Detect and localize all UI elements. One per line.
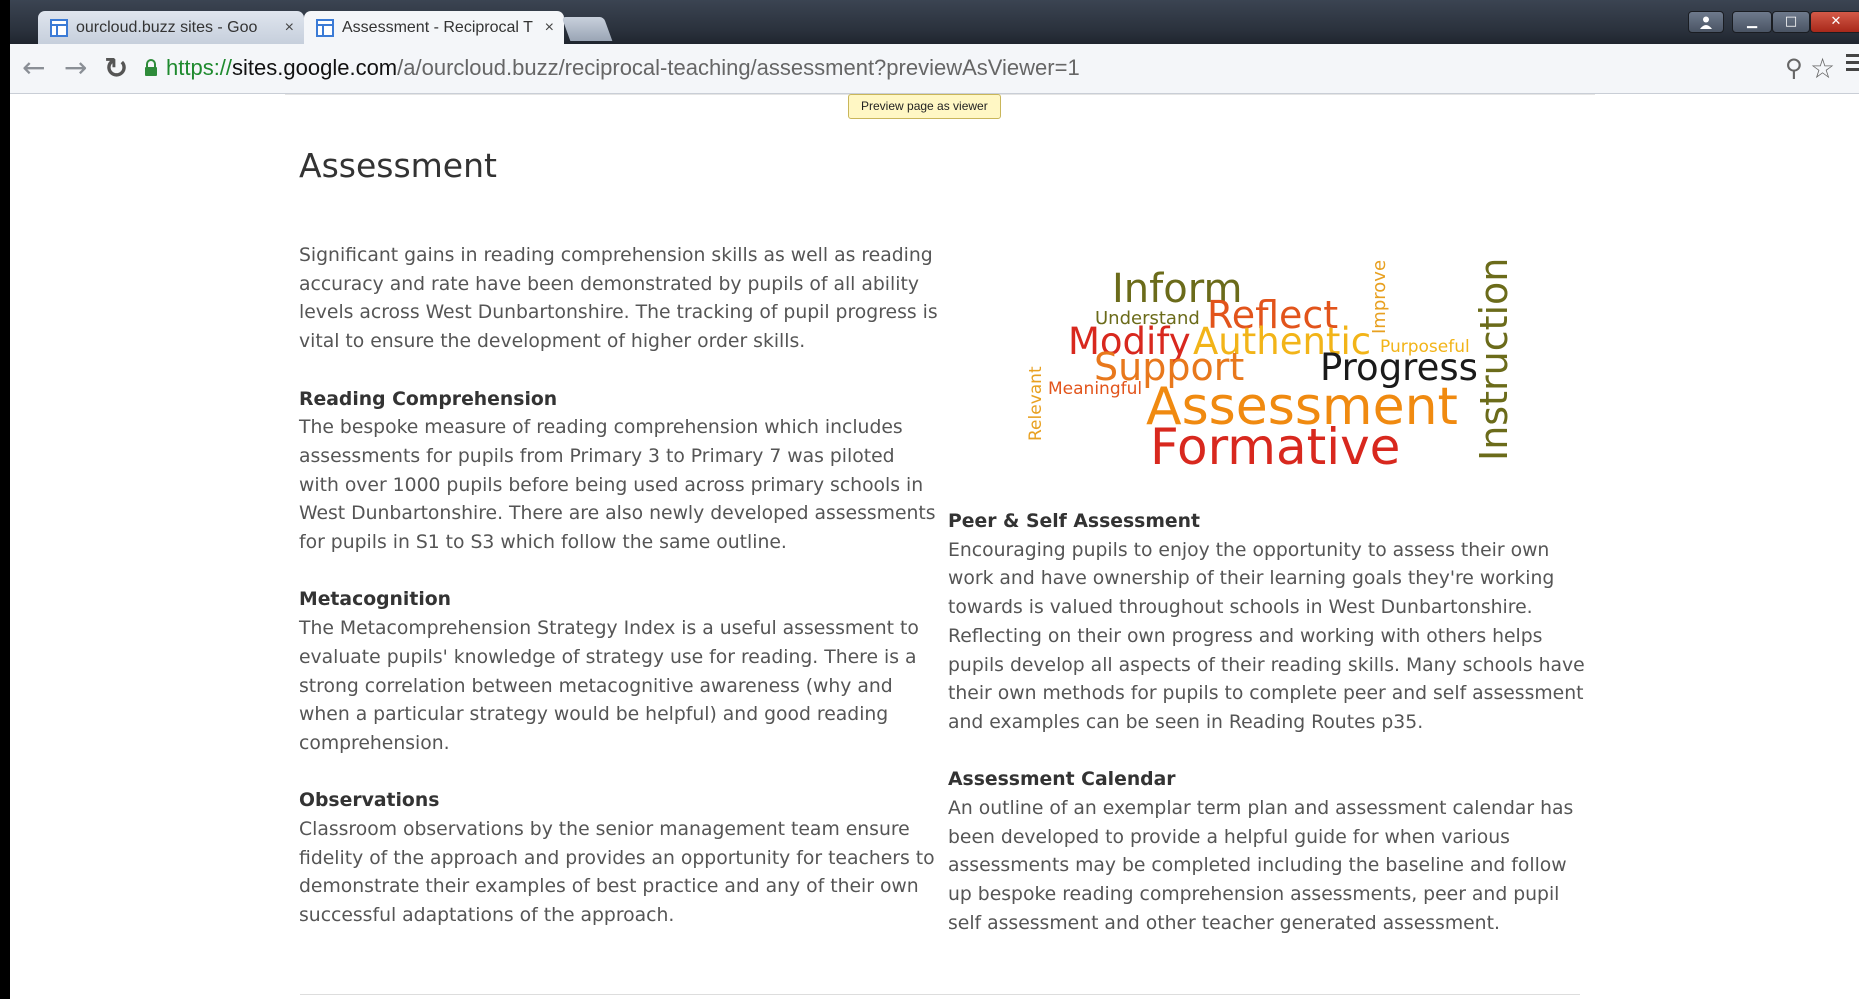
- close-window-button[interactable]: ✕: [1810, 11, 1859, 33]
- close-tab-icon[interactable]: ×: [285, 19, 294, 37]
- word-instruction: Instruction: [1472, 258, 1516, 461]
- section-reading-comprehension: Reading Comprehension The bespoke measur…: [299, 386, 939, 558]
- page-content: Preview page as viewer Assessment Signif…: [10, 94, 1859, 999]
- minimize-button[interactable]: ▁: [1732, 11, 1772, 33]
- profile-button[interactable]: [1688, 11, 1724, 33]
- bookmark-star-icon[interactable]: ☆: [1810, 52, 1835, 85]
- section-text: Classroom observations by the senior man…: [299, 819, 935, 927]
- word-cloud-svg: Inform Understand Reflect Improve Instru…: [1026, 258, 1516, 476]
- intro-paragraph: Significant gains in reading comprehensi…: [299, 245, 938, 353]
- browser-window: ourcloud.buzz sites - Goo × Assessment -…: [10, 0, 1859, 999]
- user-icon: [1700, 16, 1712, 29]
- section-heading: Reading Comprehension: [299, 388, 558, 410]
- word-cloud-image: Inform Understand Reflect Improve Instru…: [1010, 246, 1516, 476]
- page-title: Assessment: [299, 146, 497, 185]
- zoom-icon[interactable]: ⚲: [1785, 54, 1803, 82]
- divider: [300, 994, 1580, 995]
- section-heading: Observations: [299, 790, 440, 812]
- section-observations: Observations Classroom observations by t…: [299, 787, 939, 931]
- back-arrow-icon[interactable]: ←: [22, 53, 45, 83]
- url-host: sites.google.com: [232, 55, 398, 80]
- url-path: /a/ourcloud.buzz/reciprocal-teaching/ass…: [397, 55, 1080, 80]
- tab-ourcloud-sites[interactable]: ourcloud.buzz sites - Goo ×: [38, 11, 304, 44]
- section-text: Encouraging pupils to enjoy the opportun…: [948, 539, 1585, 733]
- section-text: An outline of an exemplar term plan and …: [948, 798, 1574, 934]
- section-heading: Metacognition: [299, 589, 452, 611]
- maximize-button[interactable]: □: [1772, 11, 1810, 33]
- reload-icon[interactable]: ↻: [104, 53, 128, 83]
- forward-arrow-icon[interactable]: →: [64, 53, 87, 83]
- tooltip-preview: Preview page as viewer: [848, 94, 1001, 119]
- word-improve: Improve: [1369, 260, 1390, 334]
- menu-icon[interactable]: [1846, 54, 1859, 75]
- tab-strip: ourcloud.buzz sites - Goo × Assessment -…: [10, 0, 1859, 44]
- word-relevant: Relevant: [1026, 366, 1046, 441]
- section-text: The Metacomprehension Strategy Index is …: [299, 618, 919, 754]
- word-meaningful: Meaningful: [1048, 379, 1142, 399]
- address-bar[interactable]: https://sites.google.com/a/ourcloud.buzz…: [144, 51, 1844, 85]
- section-heading: Assessment Calendar: [948, 769, 1176, 791]
- section-heading: Peer & Self Assessment: [948, 511, 1201, 532]
- google-sites-favicon-icon: [50, 18, 68, 37]
- section-peer-self-assessment: Peer & Self Assessment Encouraging pupil…: [948, 508, 1588, 738]
- word-formative: Formative: [1150, 418, 1400, 476]
- url-scheme: https://: [166, 55, 233, 80]
- right-column: Peer & Self Assessment Encouraging pupil…: [948, 508, 1588, 967]
- google-sites-favicon-icon: [316, 18, 334, 37]
- browser-toolbar: ← → ↻ https://sites.google.com/a/ourclou…: [10, 44, 1859, 94]
- close-tab-icon[interactable]: ×: [545, 19, 554, 37]
- new-tab-button[interactable]: [561, 17, 613, 41]
- tab-assessment[interactable]: Assessment - Reciprocal T ×: [304, 11, 564, 44]
- left-column: Significant gains in reading comprehensi…: [299, 242, 939, 960]
- tab-title: Assessment - Reciprocal T: [342, 18, 533, 36]
- section-text: The bespoke measure of reading comprehen…: [299, 417, 936, 554]
- section-metacognition: Metacognition The Metacomprehension Stra…: [299, 586, 939, 758]
- tab-title: ourcloud.buzz sites - Goo: [76, 18, 258, 36]
- section-assessment-calendar: Assessment Calendar An outline of an exe…: [948, 766, 1588, 938]
- lock-icon: [145, 59, 157, 76]
